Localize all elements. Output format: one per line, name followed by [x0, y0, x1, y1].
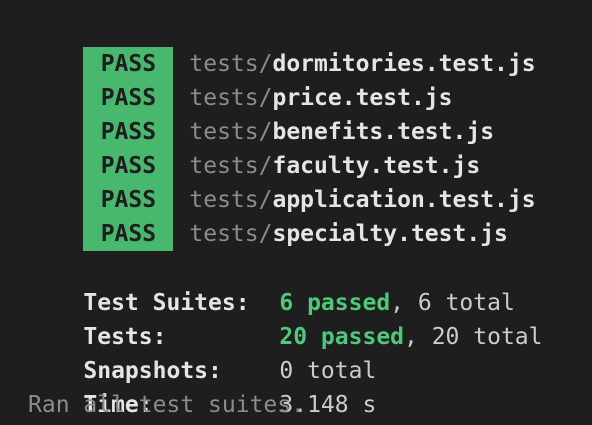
test-result-row: PASS tests/dormitories.test.js [28, 13, 536, 81]
summary-test-suites: Test Suites: 6 passed, 6 total [28, 252, 514, 316]
terminal-output: PASS tests/dormitories.test.js PASS tests/… [0, 0, 592, 425]
run-footer: Ran all test suites. [28, 392, 305, 418]
test-file-dir: tests/ [189, 221, 273, 247]
test-result-row: PASS tests/specialty.test.js [28, 183, 508, 251]
total-count: , 20 total [404, 324, 543, 350]
summary-tests: Tests: 20 passed, 20 total [28, 286, 542, 350]
test-result-row: PASS tests/price.test.js [28, 47, 453, 115]
pass-badge: PASS [83, 217, 174, 251]
summary-time: Time: 3.148 s [28, 354, 376, 418]
summary-snapshots: Snapshots: 0 total [28, 320, 376, 384]
test-result-row: PASS tests/application.test.js [28, 149, 536, 217]
test-result-row: PASS tests/benefits.test.js [28, 81, 494, 149]
test-result-row: PASS tests/faculty.test.js [28, 115, 480, 183]
test-file-name: specialty.test.js [272, 221, 508, 247]
